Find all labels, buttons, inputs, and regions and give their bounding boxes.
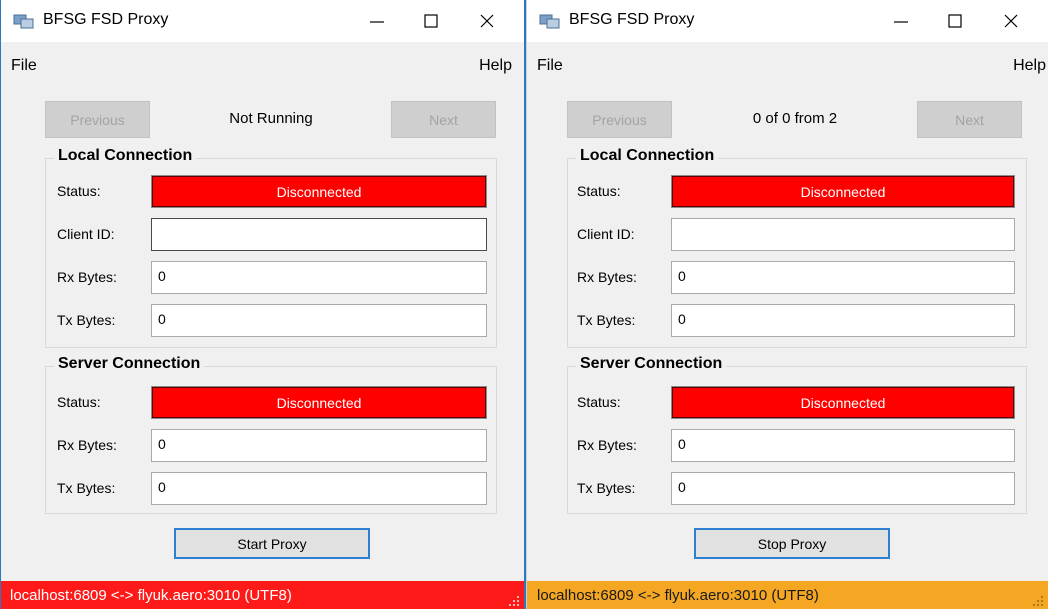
server-tx-label: Tx Bytes: <box>57 480 116 496</box>
local-rx-label: Rx Bytes: <box>57 269 117 285</box>
session-status: Not Running <box>229 110 313 127</box>
local-tx-label: Tx Bytes: <box>57 312 116 328</box>
maximize-icon <box>424 14 438 28</box>
menu-file[interactable]: File <box>537 57 563 75</box>
server-tx-field[interactable]: 0 <box>671 472 1015 505</box>
title-bar[interactable]: BFSG FSD Proxy <box>527 0 1048 42</box>
title-bar[interactable]: BFSG FSD Proxy <box>1 0 524 42</box>
server-rx-field[interactable]: 0 <box>671 429 1015 462</box>
server-tx-label: Tx Bytes: <box>577 480 636 496</box>
local-connection-heading: Local Connection <box>54 147 197 165</box>
minimize-icon <box>894 21 908 23</box>
minimize-icon <box>370 21 384 23</box>
window-title: BFSG FSD Proxy <box>43 11 169 28</box>
next-button[interactable]: Next <box>917 101 1022 138</box>
local-tx-field[interactable]: 0 <box>151 304 487 337</box>
local-rx-field[interactable]: 0 <box>671 261 1015 294</box>
close-icon <box>480 14 494 28</box>
minimize-button[interactable] <box>878 0 924 42</box>
close-button[interactable] <box>464 0 510 42</box>
server-status-value: Disconnected <box>151 386 487 419</box>
local-tx-label: Tx Bytes: <box>577 312 636 328</box>
connection-route: localhost:6809 <-> flyuk.aero:3010 (UTF8… <box>10 587 292 604</box>
app-icon <box>13 14 34 29</box>
server-connection-heading: Server Connection <box>576 355 727 373</box>
server-tx-field[interactable]: 0 <box>151 472 487 505</box>
local-rx-field[interactable]: 0 <box>151 261 487 294</box>
window-title: BFSG FSD Proxy <box>569 11 695 28</box>
previous-button[interactable]: Previous <box>45 101 150 138</box>
local-status-value: Disconnected <box>671 175 1015 208</box>
client-id-label: Client ID: <box>577 226 635 242</box>
maximize-button[interactable] <box>932 0 978 42</box>
proxy-window-right: BFSG FSD Proxy File Help Previous 0 of 0… <box>526 0 1048 609</box>
server-rx-field[interactable]: 0 <box>151 429 487 462</box>
next-button[interactable]: Next <box>391 101 496 138</box>
close-icon <box>1004 14 1018 28</box>
session-status: 0 of 0 from 2 <box>752 110 838 127</box>
menu-help[interactable]: Help <box>1013 57 1046 75</box>
server-connection-heading: Server Connection <box>54 355 205 373</box>
maximize-icon <box>948 14 962 28</box>
menu-file[interactable]: File <box>11 57 37 75</box>
close-button[interactable] <box>988 0 1034 42</box>
server-rx-label: Rx Bytes: <box>577 437 637 453</box>
server-status-value: Disconnected <box>671 386 1015 419</box>
local-status-value: Disconnected <box>151 175 487 208</box>
maximize-button[interactable] <box>408 0 454 42</box>
server-rx-label: Rx Bytes: <box>57 437 117 453</box>
stop-proxy-button[interactable]: Stop Proxy <box>694 528 890 559</box>
menu-bar: File Help <box>1 54 524 78</box>
server-status-label: Status: <box>577 394 621 410</box>
resize-grip-icon[interactable] <box>508 595 520 607</box>
status-bar: localhost:6809 <-> flyuk.aero:3010 (UTF8… <box>1 581 524 609</box>
local-connection-heading: Local Connection <box>576 147 719 165</box>
connection-route: localhost:6809 <-> flyuk.aero:3010 (UTF8… <box>537 587 819 604</box>
menu-bar: File Help <box>527 54 1048 78</box>
local-rx-label: Rx Bytes: <box>577 269 637 285</box>
local-status-label: Status: <box>577 183 621 199</box>
app-icon <box>539 14 560 29</box>
menu-help[interactable]: Help <box>479 57 512 75</box>
client-id-field[interactable] <box>671 218 1015 251</box>
local-tx-field[interactable]: 0 <box>671 304 1015 337</box>
client-id-field[interactable] <box>151 218 487 251</box>
local-status-label: Status: <box>57 183 101 199</box>
status-bar: localhost:6809 <-> flyuk.aero:3010 (UTF8… <box>527 581 1048 609</box>
client-id-label: Client ID: <box>57 226 115 242</box>
proxy-window-left: BFSG FSD Proxy File Help Previous Not Ru… <box>0 0 526 609</box>
resize-grip-icon[interactable] <box>1032 595 1044 607</box>
start-proxy-button[interactable]: Start Proxy <box>174 528 370 559</box>
server-status-label: Status: <box>57 394 101 410</box>
previous-button[interactable]: Previous <box>567 101 672 138</box>
minimize-button[interactable] <box>354 0 400 42</box>
